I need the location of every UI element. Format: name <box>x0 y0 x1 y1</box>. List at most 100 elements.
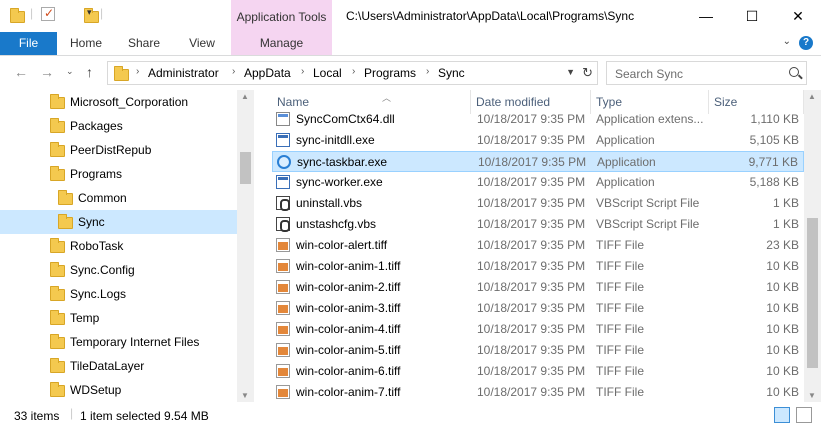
breadcrumb-local[interactable]: Local <box>313 66 342 80</box>
file-row[interactable]: uninstall.vbs 10/18/2017 9:35 PM VBScript … <box>272 193 804 214</box>
nav-tree-item[interactable]: WDSetup <box>0 378 237 402</box>
file-type: TIFF File <box>596 322 644 336</box>
file-row[interactable]: win-color-anim-5.tiff 10/18/2017 9:35 PM T… <box>272 340 804 361</box>
details-view-icon[interactable] <box>774 407 790 423</box>
scroll-down-icon[interactable]: ▼ <box>241 391 249 400</box>
file-list-scrollbar-thumb[interactable] <box>807 218 818 368</box>
nav-scrollbar-thumb[interactable] <box>240 152 251 184</box>
file-date-modified: 10/18/2017 9:35 PM <box>477 364 586 378</box>
nav-tree-item-label: WDSetup <box>70 383 122 397</box>
breadcrumb-separator[interactable]: › <box>136 66 139 77</box>
breadcrumb-separator[interactable]: › <box>426 66 429 77</box>
folder-icon <box>50 94 65 109</box>
nav-tree-item[interactable]: Packages <box>0 114 237 138</box>
tab-share[interactable]: Share <box>115 32 173 55</box>
customize-toolbar-icon[interactable]: ▾ <box>87 7 92 23</box>
nav-tree-item[interactable]: Sync <box>0 210 237 234</box>
file-row[interactable]: sync-worker.exe 10/18/2017 9:35 PM Applica… <box>272 172 804 193</box>
file-row[interactable]: win-color-anim-6.tiff 10/18/2017 9:35 PM T… <box>272 361 804 382</box>
address-bar[interactable]: › Administrator › AppData › Local › Prog… <box>107 61 598 85</box>
file-type: TIFF File <box>596 280 644 294</box>
refresh-icon[interactable]: ↻ <box>582 65 593 81</box>
tab-manage[interactable]: Manage <box>231 32 332 55</box>
application-tools-header: Application Tools <box>231 0 332 32</box>
file-list-scrollbar[interactable]: ▲ ▼ <box>804 90 821 402</box>
maximize-button[interactable]: ☐ <box>729 0 775 32</box>
file-row[interactable]: win-color-alert.tiff 10/18/2017 9:35 PM TI… <box>272 235 804 256</box>
file-row[interactable]: win-color-anim-7.tiff 10/18/2017 9:35 PM T… <box>272 382 804 402</box>
tab-file[interactable]: File <box>0 32 57 55</box>
file-row[interactable]: sync-taskbar.exe 10/18/2017 9:35 PM Applic… <box>272 151 804 172</box>
help-icon[interactable]: ? <box>799 36 813 50</box>
scroll-up-icon[interactable]: ▲ <box>808 92 816 101</box>
nav-tree-item[interactable]: PeerDistRepub <box>0 138 237 162</box>
file-row[interactable]: unstashcfg.vbs 10/18/2017 9:35 PM VBScript… <box>272 214 804 235</box>
file-name: win-color-anim-4.tiff <box>296 322 401 336</box>
file-date-modified: 10/18/2017 9:35 PM <box>477 133 586 147</box>
file-name: unstashcfg.vbs <box>296 217 377 231</box>
nav-tree-item[interactable]: Sync.Config <box>0 258 237 282</box>
navigation-pane: Microsoft_Corporation Packages PeerDistRep… <box>0 90 255 402</box>
breadcrumb-appdata[interactable]: AppData <box>244 66 291 80</box>
scroll-down-icon[interactable]: ▼ <box>808 391 816 400</box>
nav-tree-item[interactable]: Sync.Logs <box>0 282 237 306</box>
file-size: 10 KB <box>766 385 799 399</box>
file-size: 9,771 KB <box>748 155 798 169</box>
vbscript-file-icon <box>276 217 290 232</box>
minimize-button[interactable]: — <box>683 0 729 32</box>
nav-tree-item[interactable]: Common <box>0 186 237 210</box>
chevron-down-icon[interactable]: ⌄ <box>783 36 791 47</box>
folder-icon <box>50 334 65 349</box>
scroll-up-icon[interactable]: ▲ <box>241 92 249 101</box>
properties-icon[interactable]: ✓ <box>41 6 55 21</box>
file-date-modified: 10/18/2017 9:35 PM <box>477 217 586 231</box>
file-row[interactable]: win-color-anim-3.tiff 10/18/2017 9:35 PM T… <box>272 298 804 319</box>
folder-icon <box>114 66 129 81</box>
tiff-file-icon <box>276 343 290 357</box>
breadcrumb-programs[interactable]: Programs <box>364 66 416 80</box>
breadcrumb-separator[interactable]: › <box>352 66 355 77</box>
file-type: Application <box>596 175 655 189</box>
folder-icon <box>50 142 65 157</box>
nav-tree-item[interactable]: Temporary Internet Files <box>0 330 237 354</box>
folder-icon <box>50 310 65 325</box>
file-row[interactable]: SyncComCtx64.dll 10/18/2017 9:35 PM Applic… <box>272 109 804 130</box>
recent-locations-chevron-icon[interactable]: ⌄ <box>66 66 74 77</box>
up-arrow-icon[interactable]: ↑ <box>86 64 93 80</box>
file-row[interactable]: sync-initdll.exe 10/18/2017 9:35 PM Applic… <box>272 130 804 151</box>
nav-tree-item-label: Packages <box>70 119 123 133</box>
file-row[interactable]: win-color-anim-4.tiff 10/18/2017 9:35 PM T… <box>272 319 804 340</box>
close-button[interactable]: ✕ <box>775 0 821 32</box>
file-date-modified: 10/18/2017 9:35 PM <box>477 385 586 399</box>
nav-tree-item[interactable]: Programs <box>0 162 237 186</box>
back-arrow-icon[interactable]: ← <box>14 64 28 80</box>
file-type: TIFF File <box>596 364 644 378</box>
nav-tree-item[interactable]: TileDataLayer <box>0 354 237 378</box>
nav-scrollbar[interactable]: ▲ ▼ <box>237 90 254 402</box>
file-row[interactable]: win-color-anim-2.tiff 10/18/2017 9:35 PM T… <box>272 277 804 298</box>
tab-view[interactable]: View <box>173 32 231 55</box>
folder-icon <box>50 262 65 277</box>
file-type: TIFF File <box>596 238 644 252</box>
search-icon[interactable] <box>789 67 799 77</box>
tiff-file-icon <box>276 301 290 315</box>
file-name: win-color-anim-5.tiff <box>296 343 401 357</box>
breadcrumb-separator[interactable]: › <box>232 66 235 77</box>
file-type: TIFF File <box>596 385 644 399</box>
breadcrumb-administrator[interactable]: Administrator <box>148 66 219 80</box>
tab-home[interactable]: Home <box>57 32 115 55</box>
breadcrumb-sync[interactable]: Sync <box>438 66 465 80</box>
address-dropdown-icon[interactable]: ▼ <box>566 67 575 77</box>
selection-info: 1 item selected 9.54 MB <box>80 409 209 423</box>
nav-tree-item[interactable]: Microsoft_Corporation <box>0 90 237 114</box>
nav-tree-item[interactable]: RoboTask <box>0 234 237 258</box>
forward-arrow-icon[interactable]: → <box>40 64 54 80</box>
search-box[interactable]: Search Sync <box>606 61 807 85</box>
search-input[interactable]: Search Sync <box>615 67 683 81</box>
file-row[interactable]: win-color-anim-1.tiff 10/18/2017 9:35 PM T… <box>272 256 804 277</box>
nav-tree-item[interactable]: Temp <box>0 306 237 330</box>
breadcrumb-separator[interactable]: › <box>301 66 304 77</box>
file-date-modified: 10/18/2017 9:35 PM <box>477 238 586 252</box>
file-type: TIFF File <box>596 301 644 315</box>
large-icons-view-icon[interactable] <box>796 407 812 423</box>
